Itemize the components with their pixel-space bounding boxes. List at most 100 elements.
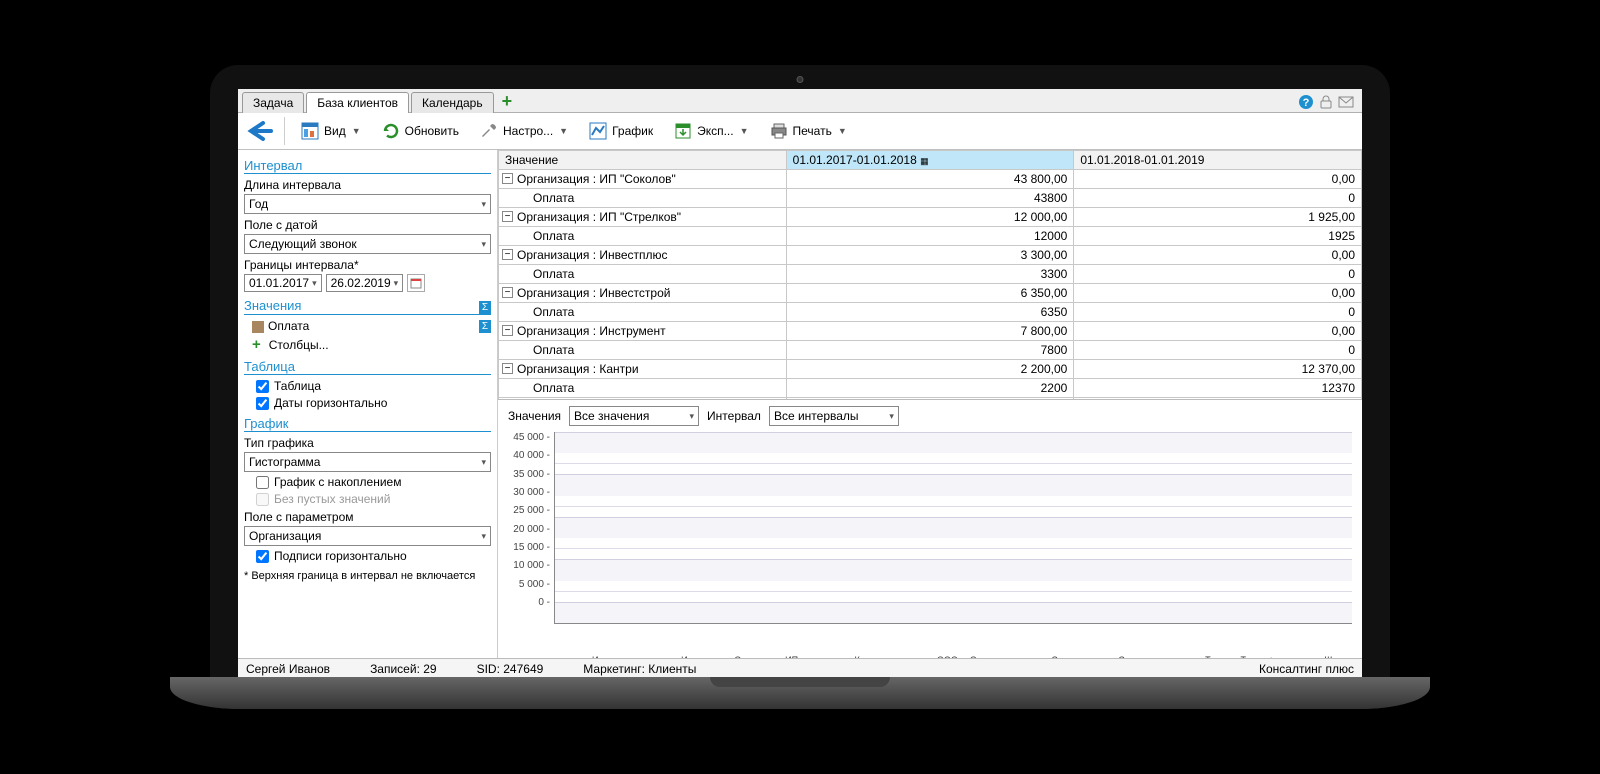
status-company: Консалтинг плюс <box>1259 662 1354 676</box>
table-sub-row[interactable]: Оплата438000 <box>499 189 1362 208</box>
lock-icon[interactable] <box>1318 94 1334 110</box>
table-sub-row[interactable]: Оплата78000 <box>499 341 1362 360</box>
section-interval: Интервал <box>244 158 491 174</box>
chart-icon <box>588 121 608 141</box>
section-table: Таблица <box>244 359 491 375</box>
chart-interval-select[interactable]: Все интервалы <box>769 406 899 426</box>
data-grid[interactable]: Значение 01.01.2017-01.01.2018 ▦ 01.01.2… <box>498 150 1362 400</box>
view-icon <box>300 121 320 141</box>
bounds-label: Границы интервала* <box>244 258 491 272</box>
expander-icon[interactable]: − <box>502 173 513 184</box>
mail-icon[interactable] <box>1338 94 1354 110</box>
export-button[interactable]: Эксп... ▼ <box>666 117 755 145</box>
table-group-row[interactable]: −Организация : Инвестстрой6 350,000,00 <box>499 284 1362 303</box>
table-sub-row[interactable]: Оплата120001925 <box>499 227 1362 246</box>
sidebar: Интервал Длина интервала Год Поле с дато… <box>238 150 498 658</box>
refresh-icon <box>381 121 401 141</box>
back-button[interactable] <box>244 118 276 144</box>
date-field-label: Поле с датой <box>244 218 491 232</box>
status-user: Сергей Иванов <box>246 662 330 676</box>
grid-header-row: Значение 01.01.2017-01.01.2018 ▦ 01.01.2… <box>499 151 1362 170</box>
chart-pane: Значения Все значения Интервал Все интер… <box>498 400 1362 658</box>
value-item: Оплата <box>268 319 309 333</box>
chevron-down-icon: ▼ <box>559 126 568 136</box>
date-to-input[interactable]: 26.02.2019 <box>326 274 404 292</box>
table-group-row[interactable]: −Организация : ИП "Соколов"43 800,000,00 <box>499 170 1362 189</box>
chevron-down-icon: ▼ <box>352 126 361 136</box>
chart-type-select[interactable]: Гистограмма <box>244 452 491 472</box>
chart-y-axis: 45 000 -40 000 -35 000 -30 000 -25 000 -… <box>508 432 554 624</box>
tab-task[interactable]: Задача <box>242 92 304 113</box>
sigma-icon[interactable]: Σ <box>479 301 491 314</box>
tabs-row: Задача База клиентов Календарь + ? <box>238 89 1362 113</box>
chk-stacked[interactable]: График с накоплением <box>256 475 491 489</box>
series-swatch <box>252 321 264 333</box>
chart-interval-label: Интервал <box>707 409 761 423</box>
table-group-row[interactable]: −Организация : ИП "Стрелков"12 000,001 9… <box>499 208 1362 227</box>
chart-values-label: Значения <box>508 409 561 423</box>
plus-icon: + <box>252 336 261 353</box>
sigma-icon[interactable]: Σ <box>479 320 491 333</box>
chk-dates-horiz[interactable]: Даты горизонтально <box>256 396 491 410</box>
chart-plot <box>554 432 1352 624</box>
chevron-down-icon: ▼ <box>740 126 749 136</box>
chart-button[interactable]: График <box>581 117 660 145</box>
export-label: Эксп... <box>697 124 734 138</box>
wrench-icon <box>479 121 499 141</box>
tab-calendar[interactable]: Календарь <box>411 92 494 113</box>
table-sub-row[interactable]: Оплата33000 <box>499 265 1362 284</box>
print-label: Печать <box>793 124 832 138</box>
expander-icon[interactable]: − <box>502 249 513 260</box>
settings-button[interactable]: Настро... ▼ <box>472 117 575 145</box>
tab-clients[interactable]: База клиентов <box>306 92 409 113</box>
date-field-select[interactable]: Следующий звонок <box>244 234 491 254</box>
expander-icon[interactable]: − <box>502 211 513 222</box>
chart-label: График <box>612 124 653 138</box>
expander-icon[interactable]: − <box>502 287 513 298</box>
table-sub-row[interactable]: Оплата220012370 <box>499 379 1362 398</box>
chart-type-label: Тип графика <box>244 436 491 450</box>
view-label: Вид <box>324 124 346 138</box>
print-icon <box>769 121 789 141</box>
camera-dot <box>797 76 804 83</box>
toolbar: Вид ▼ Обновить Настро... ▼ График Эксп... ▼… <box>238 113 1362 150</box>
calendar-icon[interactable] <box>407 274 425 292</box>
print-button[interactable]: Печать ▼ <box>762 117 854 145</box>
interval-length-select[interactable]: Год <box>244 194 491 214</box>
table-sub-row[interactable]: Оплата63500 <box>499 303 1362 322</box>
footnote-text: * Верхняя граница в интервал не включает… <box>244 569 491 583</box>
toolbar-separator <box>284 117 285 145</box>
date-from-input[interactable]: 01.01.2017 <box>244 274 322 292</box>
chevron-down-icon: ▼ <box>838 126 847 136</box>
view-button[interactable]: Вид ▼ <box>293 117 368 145</box>
refresh-button[interactable]: Обновить <box>374 117 466 145</box>
param-field-select[interactable]: Организация <box>244 526 491 546</box>
chart-values-select[interactable]: Все значения <box>569 406 699 426</box>
refresh-label: Обновить <box>405 124 459 138</box>
interval-length-label: Длина интервала <box>244 178 491 192</box>
status-bar: Сергей Иванов Записей: 29 SID: 247649 Ма… <box>238 658 1362 679</box>
table-group-row[interactable]: −Организация : Инвестплюс3 300,000,00 <box>499 246 1362 265</box>
add-columns-link[interactable]: Столбцы... <box>269 338 329 352</box>
svg-text:?: ? <box>1303 97 1310 109</box>
export-icon <box>673 121 693 141</box>
expander-icon[interactable]: − <box>502 325 513 336</box>
chk-labels-horiz[interactable]: Подписи горизонтально <box>256 549 491 563</box>
chk-table[interactable]: Таблица <box>256 379 491 393</box>
chk-no-empty: Без пустых значений <box>256 492 491 506</box>
col-value[interactable]: Значение <box>499 151 787 170</box>
status-sid: SID: 247649 <box>477 662 544 676</box>
section-values: ЗначенияΣ <box>244 298 491 315</box>
table-group-row[interactable]: −Организация : Инструмент7 800,000,00 <box>499 322 1362 341</box>
status-records: Записей: 29 <box>370 662 437 676</box>
settings-label: Настро... <box>503 124 553 138</box>
expander-icon[interactable]: − <box>502 363 513 374</box>
table-group-row[interactable]: −Организация : Кантри2 200,0012 370,00 <box>499 360 1362 379</box>
param-field-label: Поле с параметром <box>244 510 491 524</box>
chart-x-labels: ИнвестплюсИнструментОплатаИП "Стрелков"К… <box>554 656 1352 658</box>
col-period1[interactable]: 01.01.2017-01.01.2018 ▦ <box>786 151 1074 170</box>
section-chart: График <box>244 416 491 432</box>
help-icon[interactable]: ? <box>1298 94 1314 110</box>
add-tab-button[interactable]: + <box>496 91 519 112</box>
col-period2[interactable]: 01.01.2018-01.01.2019 <box>1074 151 1362 170</box>
